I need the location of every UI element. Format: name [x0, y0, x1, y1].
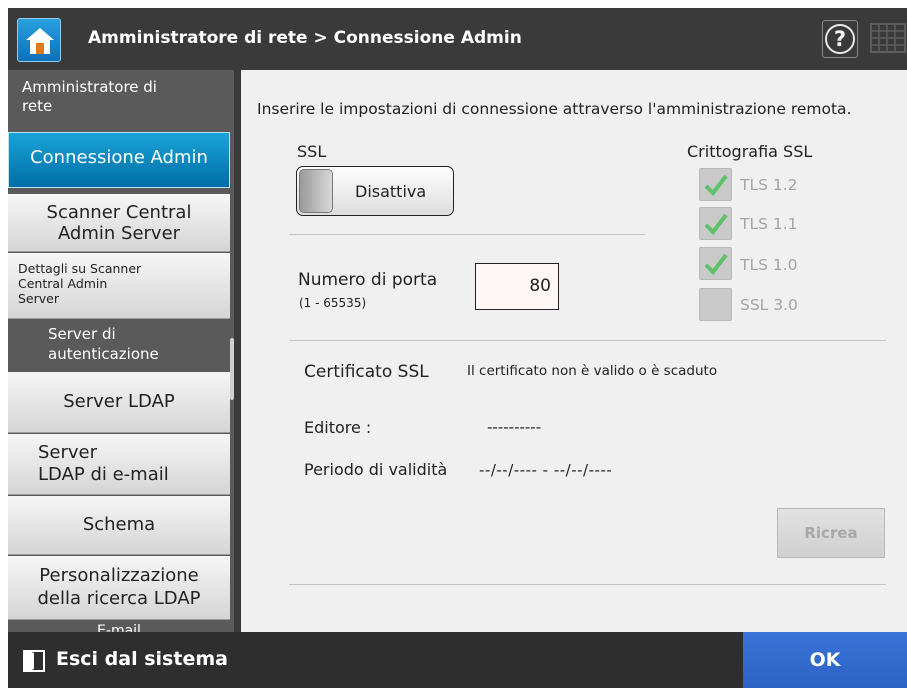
help-button[interactable]: ? — [822, 20, 858, 58]
sidebar-item-ldap-search-customization[interactable]: Personalizzazione della ricerca LDAP — [8, 556, 230, 620]
help-icon: ? — [825, 24, 855, 54]
checkmark-icon — [704, 253, 728, 276]
home-button[interactable] — [17, 18, 61, 62]
app-window: Amministratore di rete > Connessione Adm… — [8, 8, 907, 688]
validity-period-value: --/--/---- - --/--/---- — [479, 461, 613, 479]
header-bar: Amministratore di rete > Connessione Adm… — [8, 8, 907, 70]
recreate-certificate-button[interactable]: Ricrea — [777, 508, 885, 558]
ssl-certificate-label: Certificato SSL — [304, 362, 429, 382]
page-title: Amministratore di rete > Connessione Adm… — [88, 28, 522, 48]
sidebar-category-email: E-mail — [8, 622, 230, 632]
ssl-toggle[interactable]: Disattiva — [296, 166, 454, 216]
sidebar-item-admin-connection[interactable]: Connessione Admin — [8, 132, 230, 188]
checkbox-tls-1-2[interactable] — [699, 168, 732, 201]
label-tls-1-1: TLS 1.1 — [740, 215, 798, 233]
ssl-toggle-text: Disattiva — [355, 182, 427, 201]
sidebar: Amministratore di rete Connessione Admin… — [8, 70, 234, 632]
port-range-hint: (1 - 65535) — [299, 296, 367, 310]
divider — [289, 234, 645, 235]
checkbox-ssl-3-0[interactable] — [699, 288, 732, 321]
logout-door-icon — [23, 650, 45, 672]
publisher-value: ---------- — [487, 418, 542, 436]
home-icon — [26, 28, 54, 54]
label-tls-1-0: TLS 1.0 — [740, 256, 798, 274]
ok-button[interactable]: OK — [743, 632, 907, 688]
label-tls-1-2: TLS 1.2 — [740, 176, 798, 194]
publisher-label: Editore : — [304, 418, 372, 437]
keyboard-button[interactable] — [868, 20, 906, 58]
validity-period-label: Periodo di validità — [304, 460, 448, 479]
label-ssl-3-0: SSL 3.0 — [740, 296, 798, 314]
footer-bar: Esci dal sistema OK — [8, 632, 907, 688]
checkmark-icon — [704, 213, 728, 236]
sidebar-category-authentication-server: Server di autenticazione — [8, 320, 230, 372]
toggle-knob — [299, 169, 333, 213]
port-label: Numero di porta — [298, 270, 438, 290]
divider — [289, 340, 886, 341]
sidebar-item-central-admin-server-details[interactable]: Dettagli su Scanner Central Admin Server — [8, 253, 230, 319]
keyboard-icon — [870, 23, 906, 53]
sidebar-category-network-admin: Amministratore di rete — [8, 70, 230, 128]
intro-text: Inserire le impostazioni di connessione … — [257, 100, 852, 118]
sidebar-item-ldap-email-server[interactable]: Server LDAP di e-mail — [8, 434, 230, 495]
checkmark-icon — [704, 174, 728, 197]
checkbox-tls-1-0[interactable] — [699, 247, 732, 280]
ssl-label: SSL — [297, 142, 327, 161]
sidebar-item-ldap-server[interactable]: Server LDAP — [8, 372, 230, 433]
sidebar-item-schema[interactable]: Schema — [8, 496, 230, 555]
checkbox-tls-1-1[interactable] — [699, 207, 732, 240]
port-number-input[interactable]: 80 — [475, 263, 559, 310]
logout-button[interactable]: Esci dal sistema — [8, 632, 258, 688]
certificate-status: Il certificato non è valido o è scaduto — [467, 363, 718, 379]
logout-label: Esci dal sistema — [56, 648, 228, 670]
settings-panel: Inserire le impostazioni di connessione … — [241, 70, 907, 632]
sidebar-item-central-admin-server[interactable]: Scanner Central Admin Server — [8, 194, 230, 252]
ssl-encryption-title: Crittografia SSL — [687, 142, 813, 161]
sidebar-scrollbar[interactable] — [230, 338, 234, 400]
divider — [289, 584, 886, 585]
